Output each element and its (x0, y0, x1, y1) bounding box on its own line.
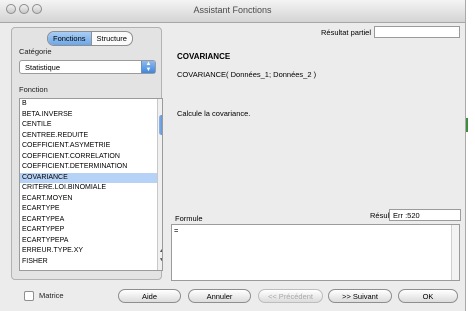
matrice-checkbox[interactable] (24, 291, 34, 301)
list-item[interactable]: ECARTYPE (20, 204, 162, 215)
background-marker (466, 118, 468, 132)
background-edge (466, 0, 475, 311)
list-item[interactable]: CENTREE.REDUITE (20, 131, 162, 142)
function-wizard-window: Assistant Fonctions Fonctions Structure … (0, 0, 466, 311)
list-item[interactable]: ECART.MOYEN (20, 194, 162, 205)
tab-fonctions[interactable]: Fonctions (48, 32, 91, 45)
matrice-label: Matrice (39, 291, 64, 300)
list-item[interactable]: ECARTYPEP (20, 225, 162, 236)
resultat-partiel-label: Résultat partiel (321, 28, 372, 37)
window-title: Assistant Fonctions (193, 5, 272, 15)
function-description: Calcule la covariance. (177, 109, 251, 118)
precedent-button[interactable]: << Précédent (258, 289, 323, 303)
scroll-up-arrow-icon[interactable]: ▲ (158, 248, 162, 254)
chevron-updown-icon: ▲ ▼ (141, 61, 155, 73)
formula-scrollbar[interactable] (451, 225, 459, 280)
function-syntax: COVARIANCE( Données_1; Données_2 ) (177, 70, 317, 79)
tab-structure[interactable]: Structure (90, 32, 132, 45)
list-item[interactable]: ERREUR.TYPE.XY (20, 246, 162, 257)
suivant-button[interactable]: >> Suivant (328, 289, 392, 303)
annuler-button[interactable]: Annuler (188, 289, 251, 303)
formula-text: = (174, 226, 179, 235)
fonction-label: Fonction (19, 85, 48, 94)
categorie-selected-value: Statistique (25, 63, 61, 72)
formula-textarea[interactable]: = (171, 224, 460, 281)
list-scrollbar[interactable]: ▲ ▼ (157, 99, 162, 270)
list-item-selected[interactable]: COVARIANCE (20, 172, 162, 183)
list-item[interactable]: COEFFICIENT.CORRELATION (20, 152, 162, 163)
function-list[interactable]: B BETA.INVERSE CENTILE CENTREE.REDUITE C… (19, 98, 163, 271)
scrollbar-thumb[interactable] (159, 115, 162, 135)
resultat-value: Err :520 (389, 209, 461, 221)
list-item[interactable]: CRITERE.LOI.BINOMIALE (20, 183, 162, 194)
list-item[interactable]: ECARTYPEPA (20, 236, 162, 247)
categorie-label: Catégorie (19, 47, 52, 56)
ok-button[interactable]: OK (398, 289, 458, 303)
aide-button[interactable]: Aide (118, 289, 181, 303)
categorie-select[interactable]: Statistique ▲ ▼ (19, 60, 156, 74)
tab-switcher: Fonctions Structure (47, 31, 133, 46)
list-item[interactable]: CENTILE (20, 120, 162, 131)
function-name: COVARIANCE (177, 52, 231, 61)
scroll-down-arrow-icon[interactable]: ▼ (158, 257, 162, 263)
list-item[interactable]: FISHER (20, 257, 162, 268)
list-item[interactable]: COEFFICIENT.DETERMINATION (20, 162, 162, 173)
list-item[interactable]: B (20, 99, 162, 110)
resultat-partiel-field (374, 26, 460, 38)
title-bar: Assistant Fonctions (0, 0, 465, 23)
list-item[interactable]: COEFFICIENT.ASYMETRIE (20, 141, 162, 152)
list-item[interactable]: ECARTYPEA (20, 215, 162, 226)
formule-label: Formule (175, 214, 203, 223)
list-item[interactable]: BETA.INVERSE (20, 110, 162, 121)
